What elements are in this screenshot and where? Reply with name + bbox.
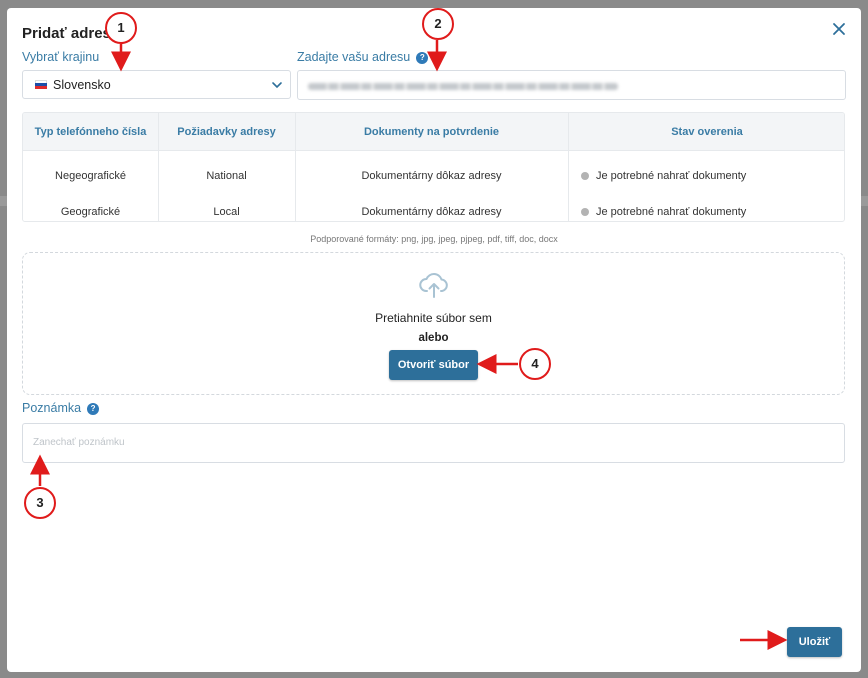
- slovakia-flag-icon: [35, 80, 47, 89]
- status-dot-icon: [581, 172, 589, 180]
- header-documents: Dokumenty na potvrdenie: [363, 126, 500, 138]
- address-input[interactable]: [297, 70, 846, 100]
- status-text: Je potrebné nahrať dokumenty: [596, 170, 747, 182]
- question-icon[interactable]: ?: [87, 402, 100, 415]
- header-phone-type: Typ telefónneho čísla: [34, 126, 147, 138]
- country-label: Vybrať krajinu: [22, 50, 100, 64]
- header-verification-status: Stav overenia: [671, 126, 743, 138]
- close-icon[interactable]: [831, 21, 847, 37]
- note-label: Poznámka?: [22, 401, 100, 415]
- status-cell: Je potrebné nahrať dokumenty: [581, 206, 841, 218]
- table-cell: Local: [213, 206, 240, 218]
- table-cell: Dokumentárny dôkaz adresy: [361, 206, 502, 218]
- annotation-marker-3: 3: [24, 487, 56, 519]
- address-value-blurred: [308, 83, 618, 90]
- country-select-value: Slovensko: [53, 78, 111, 92]
- or-text: alebo: [418, 332, 449, 344]
- table-cell: National: [206, 170, 247, 182]
- country-select[interactable]: Slovensko: [22, 70, 291, 99]
- annotation-marker-1: 1: [105, 12, 137, 44]
- chevron-down-icon: [272, 82, 282, 89]
- address-label: Zadajte vašu adresu?: [297, 50, 429, 64]
- add-address-modal: Pridať adresu Vybrať krajinu Slovensko Z…: [7, 8, 861, 672]
- table-cell: Negeografické: [55, 170, 126, 182]
- status-text: Je potrebné nahrať dokumenty: [596, 206, 747, 218]
- header-address-requirement: Požiadavky adresy: [177, 126, 276, 138]
- file-dropzone[interactable]: Pretiahnite súbor sem alebo Otvoriť súbo…: [22, 252, 845, 395]
- note-placeholder: Zanechať poznámku: [33, 437, 125, 448]
- status-dot-icon: [581, 208, 589, 216]
- address-label-text: Zadajte vašu adresu: [297, 50, 411, 64]
- annotation-marker-4: 4: [519, 348, 551, 380]
- save-button[interactable]: Uložiť: [787, 627, 842, 657]
- drag-text: Pretiahnite súbor sem: [375, 311, 492, 325]
- open-file-button[interactable]: Otvoriť súbor: [389, 350, 478, 380]
- annotation-marker-2: 2: [422, 8, 454, 40]
- cloud-upload-icon: [419, 273, 448, 298]
- requirements-table: Typ telefónneho čísla Požiadavky adresy …: [22, 112, 845, 222]
- note-input[interactable]: Zanechať poznámku: [22, 423, 845, 463]
- table-cell: Geografické: [60, 206, 121, 218]
- note-label-text: Poznámka: [22, 401, 82, 415]
- question-icon[interactable]: ?: [416, 51, 429, 64]
- table-cell: Dokumentárny dôkaz adresy: [361, 170, 502, 182]
- status-cell: Je potrebné nahrať dokumenty: [581, 170, 841, 182]
- supported-formats: Podporované formáty: png, jpg, jpeg, pjp…: [310, 234, 558, 244]
